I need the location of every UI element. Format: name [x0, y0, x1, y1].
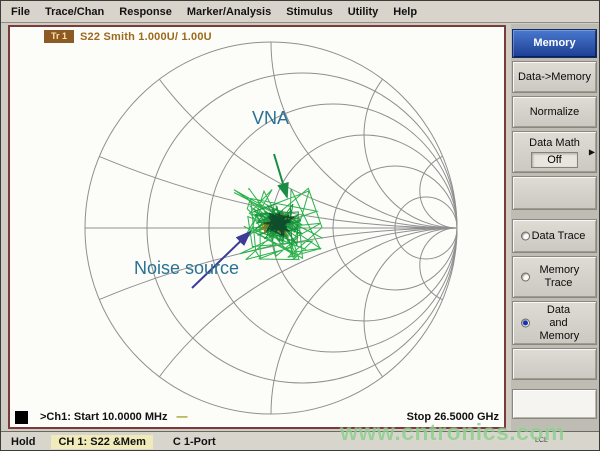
- softkey-blank-1[interactable]: [512, 176, 597, 210]
- radio-off-icon: [521, 232, 530, 241]
- menu-help[interactable]: Help: [393, 6, 417, 18]
- correction-status: C 1-Port: [173, 436, 216, 448]
- vna-arrow: [274, 154, 287, 197]
- trace-number-badge[interactable]: Tr 1: [44, 30, 74, 43]
- softkey-data-to-memory[interactable]: Data->Memory: [512, 61, 597, 93]
- vna-application-window: File Trace/Chan Response Marker/Analysis…: [0, 0, 600, 451]
- menu-response[interactable]: Response: [119, 6, 172, 18]
- menu-trace-chan[interactable]: Trace/Chan: [45, 6, 104, 18]
- softkey-blank-2[interactable]: [512, 348, 597, 380]
- channel-status-badge[interactable]: CH 1: S22 &Mem: [51, 435, 152, 449]
- radio-off-icon: [521, 273, 530, 282]
- menu-marker-analysis[interactable]: Marker/Analysis: [187, 6, 271, 18]
- status-bar: Hold CH 1: S22 &Mem C 1-Port: [1, 431, 600, 451]
- trace-format-label: S22 Smith 1.000U/ 1.00U: [80, 31, 212, 43]
- softkey-normalize[interactable]: Normalize: [512, 96, 597, 128]
- sweep-hold-status: Hold: [11, 436, 35, 448]
- measurement-display: VNA Noise source Tr 1 S22 Smith 1.000U/ 1…: [8, 25, 506, 429]
- menu-file[interactable]: File: [11, 6, 30, 18]
- menu-utility[interactable]: Utility: [348, 6, 379, 18]
- lcl-status: LCL: [535, 437, 548, 444]
- vna-label: VNA: [252, 108, 289, 128]
- submenu-arrow-icon: ▶: [589, 146, 595, 159]
- softkey-data-and-memory[interactable]: Data and Memory: [512, 301, 597, 345]
- data-math-value: Off: [531, 152, 577, 168]
- sweep-range-row: >Ch1: Start 10.0000 MHz — Stop 26.5000 G…: [15, 410, 499, 424]
- trace-status-row: Tr 1 S22 Smith 1.000U/ 1.00U: [44, 30, 212, 43]
- noise-source-label: Noise source: [134, 258, 239, 278]
- softkey-blank-3[interactable]: [512, 389, 597, 419]
- menu-stimulus[interactable]: Stimulus: [286, 6, 332, 18]
- softkey-memory-trace[interactable]: Memory Trace: [512, 256, 597, 298]
- sweep-start-label: >Ch1: Start 10.0000 MHz: [40, 411, 167, 423]
- sweep-indicator-square: [15, 411, 28, 424]
- softkey-data-trace[interactable]: Data Trace: [512, 219, 597, 253]
- memory-trace-color-dash: —: [176, 411, 186, 423]
- radio-on-icon: [521, 319, 530, 328]
- softkey-memory[interactable]: Memory: [512, 29, 597, 58]
- softkey-data-math[interactable]: Data Math Off ▶: [512, 131, 597, 173]
- softkey-sidebar: Memory Data->Memory Normalize Data Math …: [511, 24, 599, 451]
- smith-chart: VNA Noise source: [10, 27, 504, 427]
- sweep-stop-label: Stop 26.5000 GHz: [407, 411, 499, 423]
- menu-bar: File Trace/Chan Response Marker/Analysis…: [1, 1, 600, 23]
